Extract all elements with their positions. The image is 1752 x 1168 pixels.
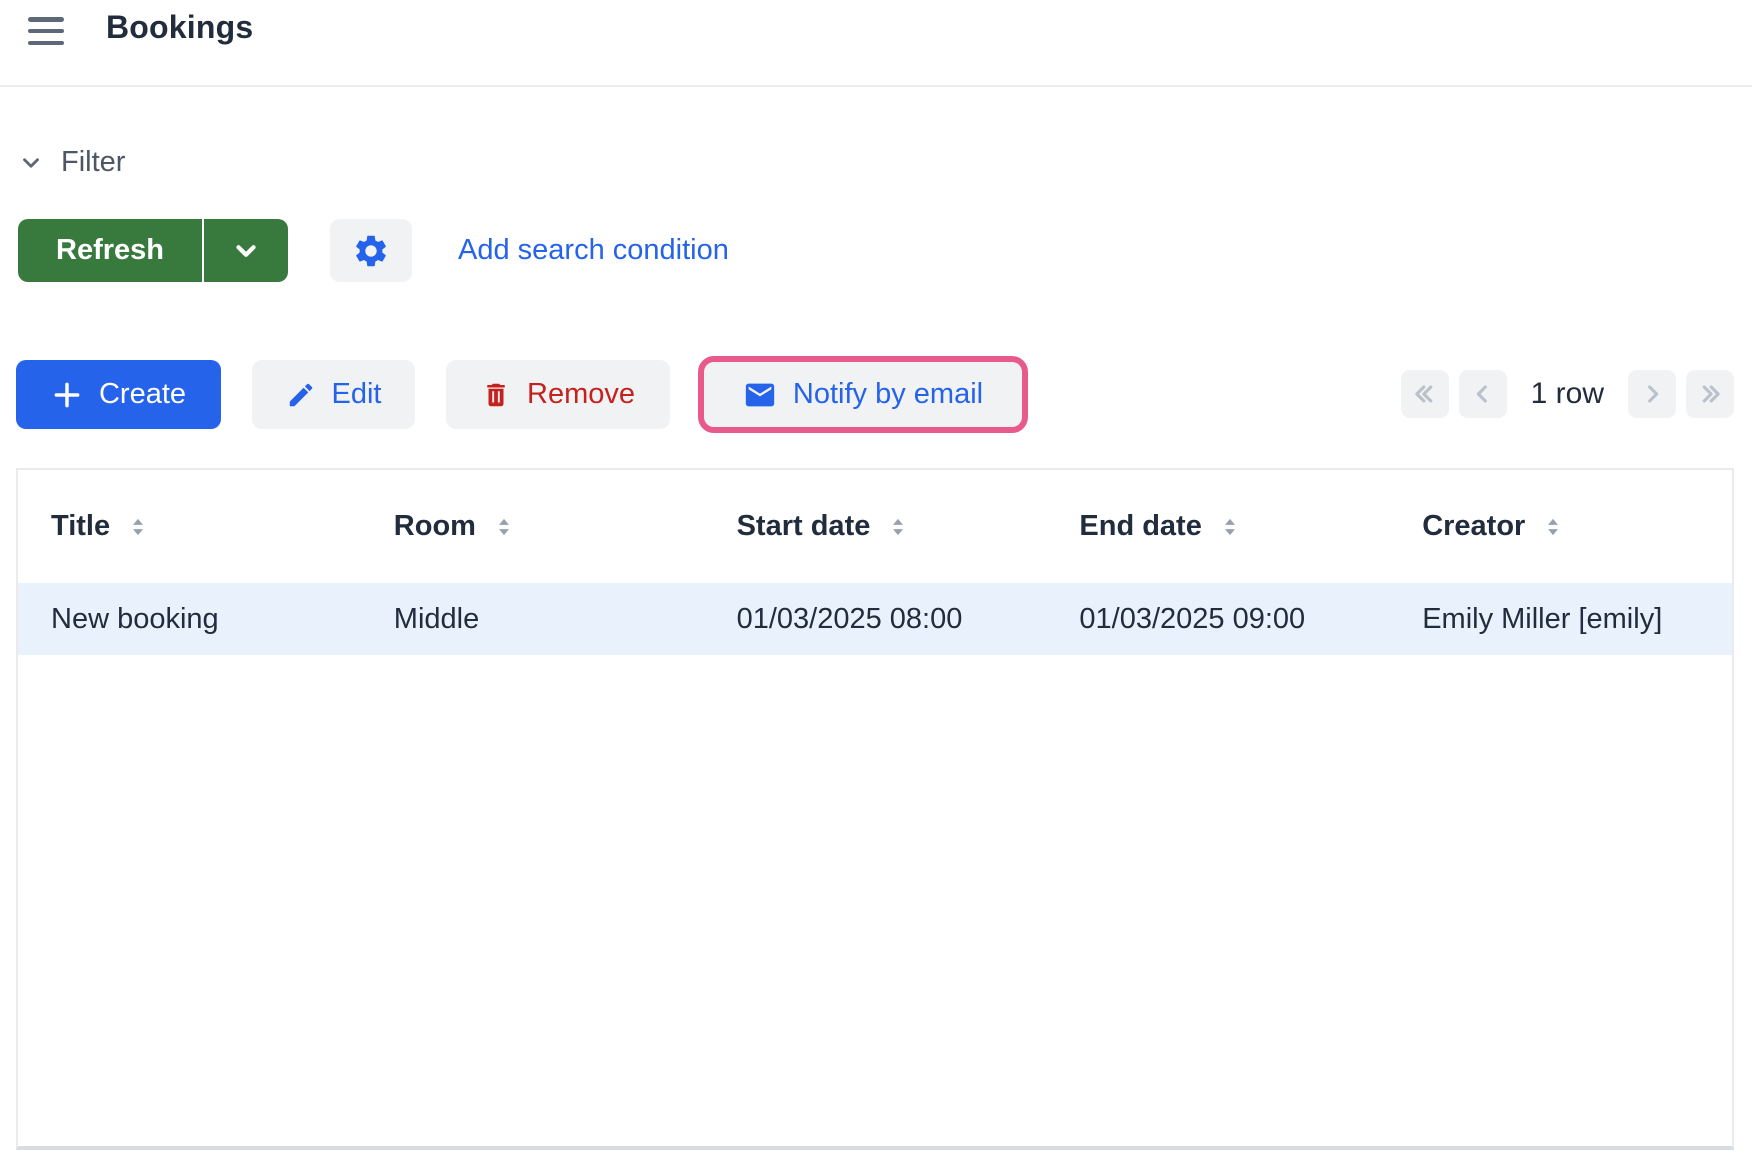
column-header-label: Start date <box>737 510 871 543</box>
row-count-label: 1 row <box>1531 377 1604 411</box>
create-button[interactable]: Create <box>16 360 221 429</box>
refresh-dropdown-button[interactable] <box>204 219 288 282</box>
envelope-icon <box>743 378 777 412</box>
previous-page-button[interactable] <box>1459 370 1507 418</box>
column-header-end-date[interactable]: End date <box>1046 470 1389 583</box>
column-header-label: Creator <box>1422 510 1525 543</box>
cell-start-date: 01/03/2025 08:00 <box>704 583 1047 655</box>
column-header-label: Room <box>394 510 476 543</box>
remove-button-label: Remove <box>527 378 635 411</box>
refresh-button[interactable]: Refresh <box>18 219 202 282</box>
column-header-label: End date <box>1079 510 1201 543</box>
plus-icon <box>51 379 83 411</box>
first-page-button[interactable] <box>1401 370 1449 418</box>
filter-label: Filter <box>61 146 125 179</box>
filter-toggle[interactable]: Filter <box>18 146 125 179</box>
top-bar: Bookings <box>0 0 1752 87</box>
cell-room: Middle <box>361 583 704 655</box>
sort-icon <box>1217 514 1243 540</box>
create-button-label: Create <box>99 378 186 411</box>
chevron-right-icon <box>1638 380 1666 408</box>
settings-button[interactable] <box>330 219 412 282</box>
notify-by-email-label: Notify by email <box>793 378 983 411</box>
notify-by-email-highlight: Notify by email <box>698 356 1028 433</box>
gear-icon <box>352 232 390 270</box>
page-title: Bookings <box>106 9 253 46</box>
column-header-title[interactable]: Title <box>18 470 361 583</box>
sort-icon <box>1540 514 1566 540</box>
column-header-start-date[interactable]: Start date <box>704 470 1047 583</box>
sort-icon <box>125 514 151 540</box>
edit-button-label: Edit <box>332 378 382 411</box>
add-search-condition-link[interactable]: Add search condition <box>458 219 729 282</box>
column-header-creator[interactable]: Creator <box>1389 470 1732 583</box>
double-chevron-left-icon <box>1411 380 1439 408</box>
chevron-left-icon <box>1469 380 1497 408</box>
chevron-down-icon <box>18 150 44 176</box>
double-chevron-right-icon <box>1696 380 1724 408</box>
cell-title: New booking <box>18 583 361 655</box>
edit-button[interactable]: Edit <box>252 360 415 429</box>
bookings-table: Title Room Start date End date Creator N… <box>16 468 1734 1150</box>
refresh-button-group: Refresh <box>18 219 288 282</box>
table-header-row: Title Room Start date End date Creator <box>18 470 1732 583</box>
column-header-label: Title <box>51 510 110 543</box>
notify-by-email-button[interactable]: Notify by email <box>704 362 1022 427</box>
sort-icon <box>885 514 911 540</box>
cell-creator: Emily Miller [emily] <box>1389 583 1732 655</box>
chevron-down-icon <box>231 236 261 266</box>
hamburger-menu-button[interactable] <box>28 15 68 47</box>
hamburger-icon <box>28 17 64 22</box>
last-page-button[interactable] <box>1686 370 1734 418</box>
pencil-icon <box>286 380 316 410</box>
cell-end-date: 01/03/2025 09:00 <box>1046 583 1389 655</box>
sort-icon <box>491 514 517 540</box>
trash-icon <box>481 380 511 410</box>
pagination: 1 row <box>1401 370 1734 418</box>
table-row-selected[interactable]: New booking Middle 01/03/2025 08:00 01/0… <box>18 583 1732 655</box>
column-header-room[interactable]: Room <box>361 470 704 583</box>
next-page-button[interactable] <box>1628 370 1676 418</box>
remove-button[interactable]: Remove <box>446 360 670 429</box>
